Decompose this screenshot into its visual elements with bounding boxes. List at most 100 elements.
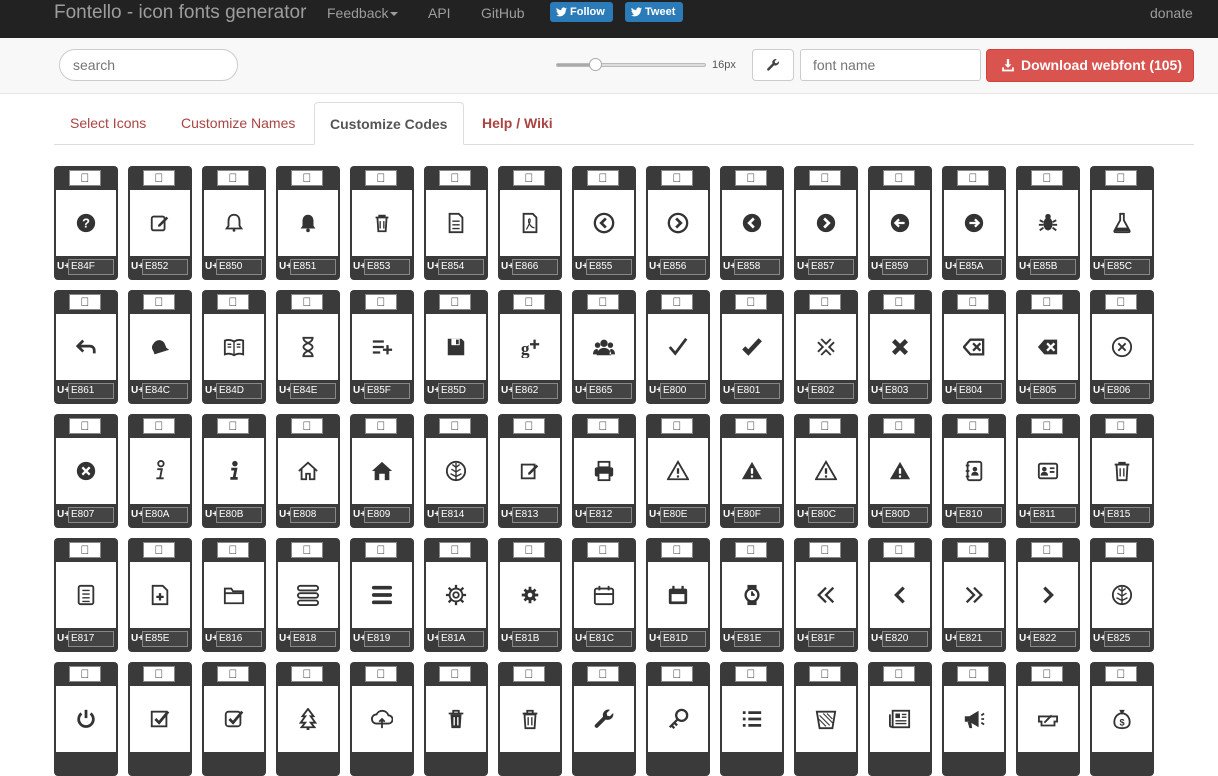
glyph-card[interactable]:  [1016,662,1080,776]
glyph-code-input[interactable]: E81B [512,631,558,647]
glyph-code-input[interactable]: E81D [660,631,706,647]
glyph-preview[interactable] [130,686,190,752]
glyph-preview[interactable] [278,190,338,256]
glyph-card[interactable]: gU+E862 [498,290,562,404]
glyph-preview[interactable] [1018,686,1078,752]
glyph-card[interactable]: U+E80E [646,414,710,528]
glyph-preview[interactable] [500,686,560,752]
glyph-preview[interactable] [870,314,930,380]
tab-customize-codes[interactable]: Customize Codes [314,102,464,145]
tab-help-wiki[interactable]: Help / Wiki [482,102,553,144]
glyph-card[interactable]: U+E854 [424,166,488,280]
glyph-preview[interactable] [944,314,1004,380]
glyph-preview[interactable] [722,314,782,380]
glyph-code-input[interactable]: E807 [68,507,114,523]
glyph-code-input[interactable]: E855 [586,259,632,275]
glyph-preview[interactable] [796,686,856,752]
glyph-preview[interactable] [1092,562,1152,628]
glyph-code-input[interactable]: E85F [364,383,410,399]
twitter-tweet-button[interactable]: Tweet [625,2,684,22]
glyph-code-input[interactable]: E803 [882,383,928,399]
glyph-preview[interactable] [278,686,338,752]
glyph-card[interactable]: U+E809 [350,414,414,528]
search-input[interactable] [59,49,238,81]
glyph-preview[interactable] [130,314,190,380]
glyph-card[interactable]: U+E812 [572,414,636,528]
glyph-code-input[interactable]: E856 [660,259,706,275]
glyph-preview[interactable] [352,562,412,628]
glyph-preview[interactable] [722,438,782,504]
nav-feedback[interactable]: Feedback [327,4,399,22]
glyph-code-input[interactable]: E817 [68,631,114,647]
glyph-card[interactable]: U+E852 [128,166,192,280]
glyph-preview[interactable] [944,686,1004,752]
glyph-card[interactable]: U+E850 [202,166,266,280]
glyph-preview[interactable] [204,438,264,504]
glyph-preview[interactable] [204,686,264,752]
glyph-card[interactable]: U+E806 [1090,290,1154,404]
glyph-code-input[interactable]: E812 [586,507,632,523]
glyph-card[interactable]: U+E85D [424,290,488,404]
glyph-card[interactable]: U+E822 [1016,538,1080,652]
glyph-card[interactable]: U+E81F [794,538,858,652]
glyph-card[interactable]: U+E818 [276,538,340,652]
glyph-preview[interactable] [278,314,338,380]
glyph-preview[interactable] [426,438,486,504]
glyph-preview[interactable] [574,438,634,504]
glyph-card[interactable]: U+E813 [498,414,562,528]
glyph-preview[interactable] [56,686,116,752]
glyph-card[interactable]: U+E825 [1090,538,1154,652]
glyph-card[interactable]: U+E802 [794,290,858,404]
glyph-code-input[interactable]: E858 [734,259,780,275]
glyph-preview[interactable] [56,562,116,628]
twitter-follow-button[interactable]: Follow [550,2,613,22]
glyph-code-input[interactable]: E851 [290,259,336,275]
glyph-preview[interactable] [204,562,264,628]
glyph-preview[interactable] [648,686,708,752]
glyph-card[interactable]: U+E855 [572,166,636,280]
glyph-card[interactable]: U+E857 [794,166,858,280]
glyph-card[interactable]: U+E859 [868,166,932,280]
glyph-preview[interactable] [130,562,190,628]
glyph-card[interactable]:  [54,662,118,776]
glyph-preview[interactable] [426,686,486,752]
download-webfont-button[interactable]: Download webfont (105) [986,49,1194,82]
glyph-preview[interactable] [56,314,116,380]
glyph-card[interactable]: U+E815 [1090,414,1154,528]
glyph-preview[interactable] [1018,190,1078,256]
glyph-code-input[interactable]: E804 [956,383,1002,399]
glyph-preview[interactable] [1092,190,1152,256]
glyph-card[interactable]: U+E84E [276,290,340,404]
glyph-card[interactable]:  [572,662,636,776]
glyph-card[interactable]: U+E808 [276,414,340,528]
glyph-card[interactable]: U+E80B [202,414,266,528]
glyph-card[interactable]: U+E81C [572,538,636,652]
glyph-card[interactable]: U+E807 [54,414,118,528]
glyph-preview[interactable] [648,438,708,504]
glyph-card[interactable]: U+E85C [1090,166,1154,280]
glyph-code-input[interactable]: E810 [956,507,1002,523]
glyph-card[interactable]: U+E821 [942,538,1006,652]
glyph-preview[interactable] [352,190,412,256]
glyph-preview[interactable] [1092,438,1152,504]
glyph-card[interactable]: U+E81B [498,538,562,652]
glyph-preview[interactable] [500,190,560,256]
glyph-preview[interactable] [648,562,708,628]
glyph-preview[interactable] [352,438,412,504]
glyph-card[interactable]: U+E861 [54,290,118,404]
glyph-code-input[interactable]: E815 [1104,507,1150,523]
glyph-code-input[interactable]: E806 [1104,383,1150,399]
glyph-preview[interactable]: g [500,314,560,380]
glyph-preview[interactable] [1092,314,1152,380]
glyph-code-input[interactable]: E814 [438,507,484,523]
glyph-code-input[interactable]: E825 [1104,631,1150,647]
glyph-card[interactable]:  [202,662,266,776]
glyph-preview[interactable]: $ [1092,686,1152,752]
glyph-preview[interactable] [648,190,708,256]
glyph-preview[interactable] [648,314,708,380]
size-slider[interactable] [556,58,706,71]
glyph-code-input[interactable]: E85B [1030,259,1076,275]
glyph-card[interactable]: U+E85F [350,290,414,404]
glyph-card[interactable]: U+E85B [1016,166,1080,280]
glyph-preview[interactable] [944,438,1004,504]
